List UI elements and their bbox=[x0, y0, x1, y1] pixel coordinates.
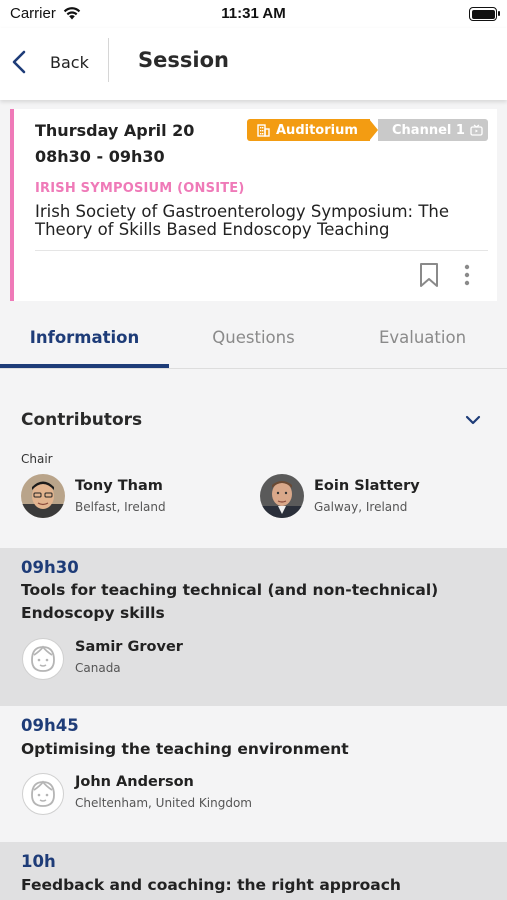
card-divider bbox=[35, 250, 488, 251]
back-button[interactable]: Back bbox=[10, 42, 100, 82]
bookmark-icon[interactable] bbox=[418, 262, 440, 288]
speaker-location: Cheltenham, United Kingdom bbox=[75, 796, 252, 810]
contributor-name: Tony Tham bbox=[75, 478, 163, 494]
room-label: Auditorium bbox=[276, 122, 358, 138]
chevron-down-icon[interactable] bbox=[464, 414, 482, 426]
contributor-location: Galway, Ireland bbox=[314, 500, 408, 514]
talk-title: Feedback and coaching: the right approac… bbox=[21, 876, 401, 894]
tab-questions[interactable]: Questions bbox=[169, 314, 338, 366]
talk-item[interactable]: 09h30 Tools for teaching technical (and … bbox=[0, 548, 507, 706]
contributor-card[interactable]: Tony Tham Belfast, Ireland bbox=[21, 474, 241, 520]
page-title: Session bbox=[138, 48, 229, 72]
talk-item[interactable]: 10h Feedback and coaching: the right app… bbox=[0, 842, 507, 900]
talk-time: 10h bbox=[21, 852, 56, 871]
contributor-name: Eoin Slattery bbox=[314, 478, 420, 494]
room-tag-arrow bbox=[369, 119, 378, 141]
contributors-title: Contributors bbox=[21, 410, 143, 430]
speaker-name: John Anderson bbox=[75, 774, 194, 790]
nav-divider bbox=[108, 38, 109, 82]
contributor-location: Belfast, Ireland bbox=[75, 500, 166, 514]
nav-bar: Back Session bbox=[0, 28, 507, 100]
tab-information[interactable]: Information bbox=[0, 314, 169, 366]
clock: 11:31 AM bbox=[221, 5, 286, 22]
user-placeholder-icon bbox=[31, 645, 55, 672]
contributor-card[interactable]: Eoin Slattery Galway, Ireland bbox=[260, 474, 490, 520]
contributors-section: Contributors Chair Tony Tham Belfast, Ir… bbox=[0, 370, 507, 548]
speaker-location: Canada bbox=[75, 661, 121, 675]
tab-bar: Information Questions Evaluation bbox=[0, 314, 507, 370]
speaker-name: Samir Grover bbox=[75, 639, 183, 655]
building-icon bbox=[257, 123, 270, 137]
talk-time: 09h30 bbox=[21, 558, 79, 577]
contributor-role: Chair bbox=[21, 452, 53, 466]
chevron-left-icon bbox=[12, 50, 26, 74]
session-date: Thursday April 20 bbox=[35, 121, 195, 140]
talk-time: 09h45 bbox=[21, 716, 79, 735]
status-bar: Carrier 11:31 AM bbox=[0, 0, 507, 28]
channel-label: Channel 1 bbox=[392, 122, 465, 138]
session-title: Irish Society of Gastroenterology Sympos… bbox=[35, 202, 450, 239]
back-label: Back bbox=[50, 52, 89, 72]
battery-icon bbox=[469, 7, 500, 21]
room-tag: Auditorium bbox=[247, 119, 370, 141]
talk-title: Tools for teaching technical (and non-te… bbox=[21, 581, 439, 622]
tv-icon bbox=[470, 124, 483, 136]
speaker-avatar bbox=[22, 773, 64, 815]
channel-tag: Channel 1 bbox=[378, 119, 488, 141]
avatar bbox=[260, 474, 304, 518]
speaker-avatar bbox=[22, 638, 64, 680]
tab-evaluation[interactable]: Evaluation bbox=[338, 314, 507, 366]
tabs-divider bbox=[0, 368, 507, 369]
avatar bbox=[21, 474, 65, 518]
talk-item[interactable]: 09h45 Optimising the teaching environmen… bbox=[0, 706, 507, 842]
session-time: 08h30 - 09h30 bbox=[35, 147, 165, 166]
session-category: IRISH SYMPOSIUM (ONSITE) bbox=[35, 181, 245, 196]
talk-title: Optimising the teaching environment bbox=[21, 740, 349, 758]
user-placeholder-icon bbox=[31, 780, 55, 807]
more-options-icon[interactable] bbox=[460, 263, 474, 287]
session-card: Thursday April 20 08h30 - 09h30 Auditori… bbox=[10, 109, 497, 301]
